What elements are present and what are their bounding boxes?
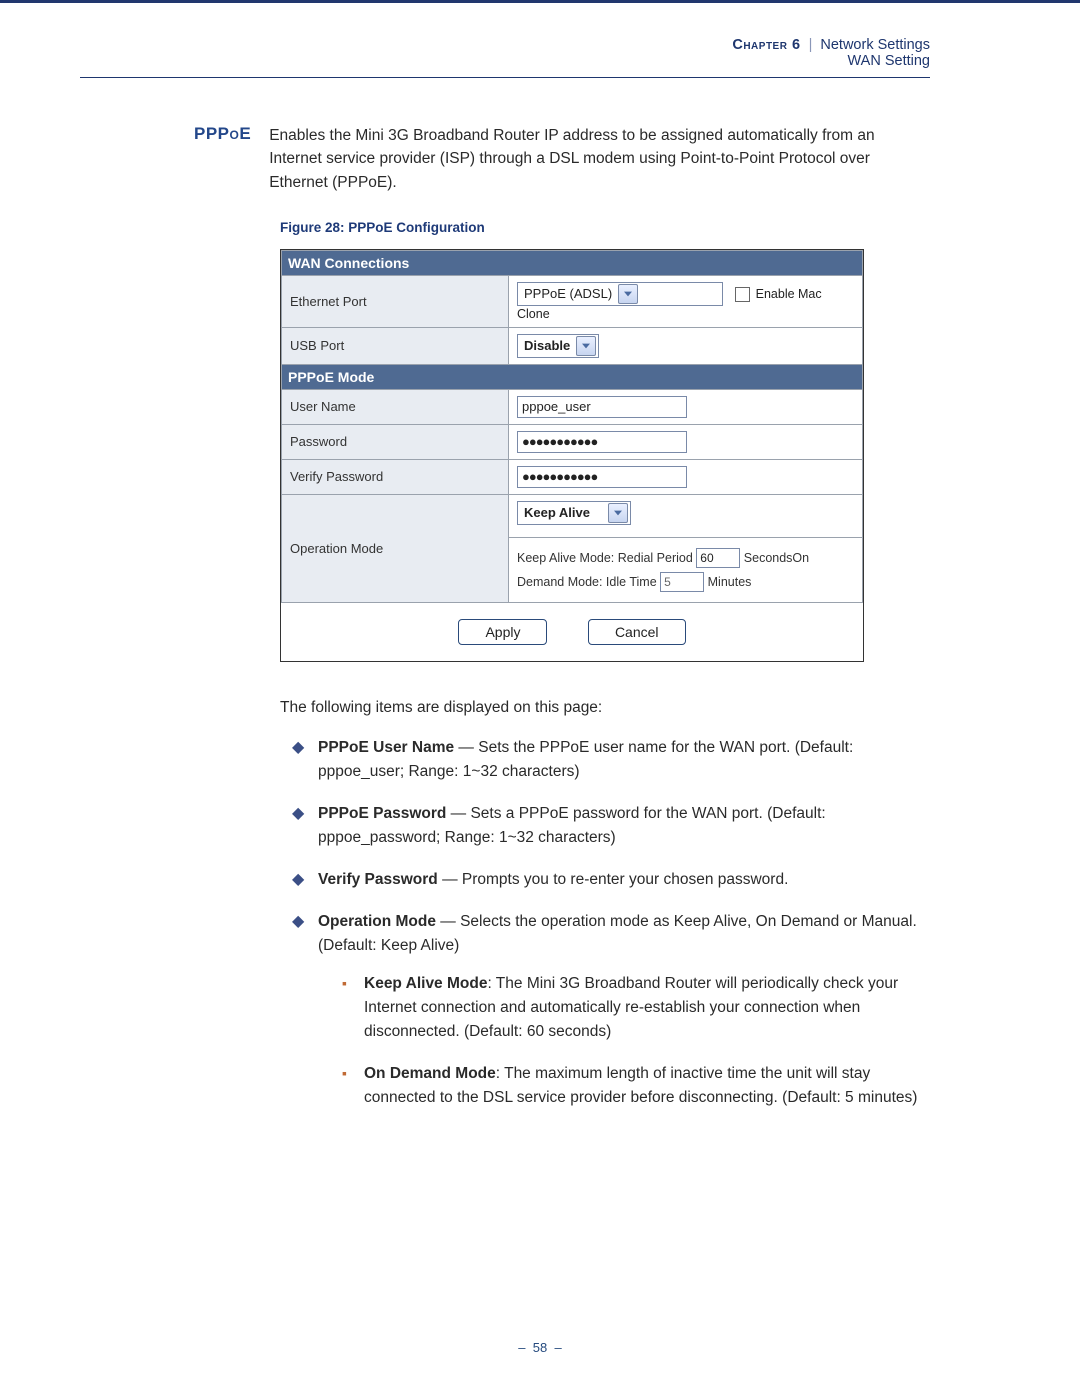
chevron-down-icon (618, 284, 638, 304)
intro-text: Enables the Mini 3G Broadband Router IP … (269, 124, 930, 194)
post-text: The following items are displayed on thi… (280, 696, 930, 1110)
row-usb: USB Port Disable (282, 327, 863, 364)
keepalive-line: Keep Alive Mode: Redial Period 60 Second… (517, 548, 854, 568)
list-item: PPPoE Password — Sets a PPPoE password f… (288, 802, 930, 850)
verify-label: Verify Password (282, 459, 509, 494)
operation-select[interactable]: Keep Alive (517, 501, 631, 525)
list-item: Verify Password — Prompts you to re-ente… (288, 868, 930, 892)
wan-header: WAN Connections (282, 250, 863, 275)
list-item: Keep Alive Mode: The Mini 3G Broadband R… (336, 972, 930, 1044)
list-item: On Demand Mode: The maximum length of in… (336, 1062, 930, 1110)
section-title: PPPoE (194, 124, 251, 194)
list-item: PPPoE User Name — Sets the PPPoE user na… (288, 736, 930, 784)
row-verify: Verify Password ●●●●●●●●●●● (282, 459, 863, 494)
section-label: Network Settings (820, 37, 930, 53)
idle-time-input[interactable]: 5 (660, 572, 704, 592)
row-password: Password ●●●●●●●●●●● (282, 424, 863, 459)
checkbox-icon (735, 287, 750, 302)
demand-line: Demand Mode: Idle Time 5 Minutes (517, 572, 854, 592)
cancel-button[interactable]: Cancel (588, 619, 686, 645)
page: Chapter 6 | Network Settings WAN Setting… (0, 0, 1080, 1397)
intro-row: PPPoE Enables the Mini 3G Broadband Rout… (200, 124, 930, 194)
usb-select[interactable]: Disable (517, 334, 599, 358)
item-list: PPPoE User Name — Sets the PPPoE user na… (288, 736, 930, 1110)
page-header: Chapter 6 | Network Settings WAN Setting (0, 3, 1080, 75)
row-username: User Name pppoe_user (282, 389, 863, 424)
ethernet-label: Ethernet Port (282, 275, 509, 327)
config-panel: WAN Connections Ethernet Port PPPoE (ADS… (280, 249, 864, 662)
sub-list: Keep Alive Mode: The Mini 3G Broadband R… (336, 972, 930, 1110)
operation-label: Operation Mode (282, 494, 509, 602)
page-number: – 58 – (0, 1340, 1080, 1355)
subsection-label: WAN Setting (732, 53, 930, 69)
header-separator: | (809, 37, 813, 53)
password-label: Password (282, 424, 509, 459)
verify-input[interactable]: ●●●●●●●●●●● (517, 466, 687, 488)
usb-label: USB Port (282, 327, 509, 364)
password-input[interactable]: ●●●●●●●●●●● (517, 431, 687, 453)
post-lead: The following items are displayed on thi… (280, 696, 930, 720)
redial-period-input[interactable]: 60 (696, 548, 740, 568)
mode-header: PPPoE Mode (282, 364, 863, 389)
username-input[interactable]: pppoe_user (517, 396, 687, 418)
row-operation: Operation Mode Keep Alive Keep Alive Mod… (282, 494, 863, 602)
chapter-label: Chapter 6 (732, 37, 800, 53)
button-row: Apply Cancel (281, 603, 863, 661)
chevron-down-icon (576, 336, 596, 356)
ethernet-select[interactable]: PPPoE (ADSL) (517, 282, 723, 306)
chevron-down-icon (608, 503, 628, 523)
username-label: User Name (282, 389, 509, 424)
list-item: Operation Mode — Selects the operation m… (288, 910, 930, 1110)
row-ethernet: Ethernet Port PPPoE (ADSL) Enable Mac Cl… (282, 275, 863, 327)
apply-button[interactable]: Apply (458, 619, 547, 645)
figure-caption: Figure 28: PPPoE Configuration (280, 220, 930, 235)
